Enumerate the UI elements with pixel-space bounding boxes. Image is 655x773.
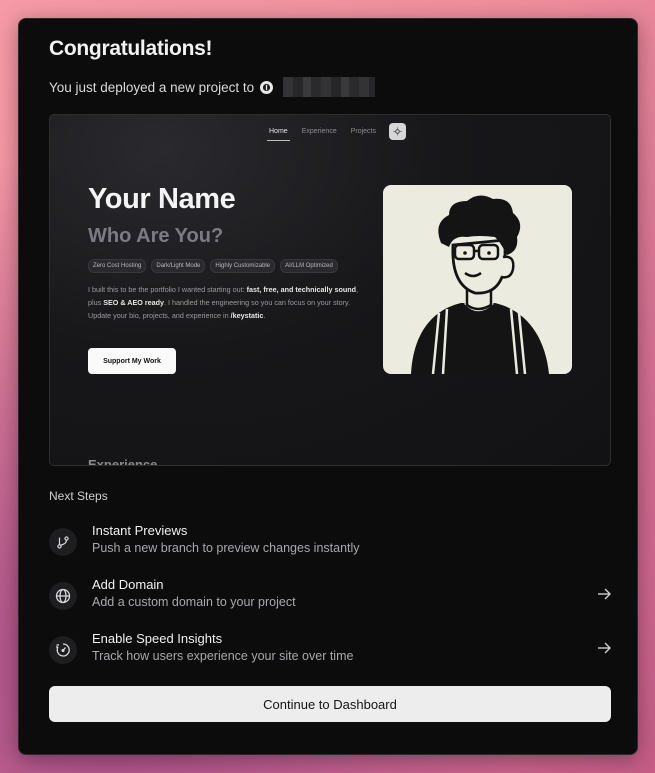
bio-text: I built this to be the portfolio I wante… (88, 285, 247, 294)
speed-gauge-icon (49, 636, 77, 664)
preview-support-button: Support My Work (88, 348, 176, 374)
preview-hero-tagline: Who Are You? (88, 225, 224, 247)
preview-tag: Highly Customizable (210, 259, 276, 273)
deploy-subtitle: You just deployed a new project to (49, 77, 376, 97)
bio-bold: fast, free, and technically sound (246, 285, 357, 294)
subtitle-text: You just deployed a new project to (49, 79, 255, 95)
team-avatar-icon (260, 80, 274, 94)
preview-tag: Zero Cost Hosting (88, 259, 147, 273)
preview-tags: Zero Cost Hosting Dark/Light Mode Highly… (88, 259, 338, 273)
sun-icon (389, 123, 407, 140)
git-branch-icon (49, 528, 77, 556)
preview-nav-projects: Projects (350, 128, 377, 135)
preview-tag: AI/LLM Optimized (280, 259, 338, 273)
step-add-domain[interactable]: Add Domain Add a custom domain to your p… (49, 577, 611, 613)
step-description: Push a new branch to preview changes ins… (92, 541, 360, 555)
next-steps-heading: Next Steps (49, 489, 108, 503)
step-title: Enable Speed Insights (92, 631, 223, 646)
preview-bio: I built this to be the portfolio I wante… (88, 283, 373, 322)
preview-tag: Dark/Light Mode (151, 259, 206, 273)
bio-text: . (263, 311, 266, 320)
deployment-preview[interactable]: Home Experience Projects Your Name Who A… (49, 114, 611, 466)
globe-icon (49, 582, 77, 610)
continue-to-dashboard-button[interactable]: Continue to Dashboard (49, 686, 611, 722)
step-description: Add a custom domain to your project (92, 595, 296, 609)
arrow-right-icon[interactable] (597, 641, 611, 655)
page-title: Congratulations! (49, 37, 213, 60)
bio-bold: SEO & AEO ready (103, 298, 165, 307)
preview-nav-home: Home (264, 124, 293, 141)
preview-nav: Home Experience Projects (264, 123, 407, 141)
avatar-illustration (383, 185, 572, 374)
deployment-success-card: Congratulations! You just deployed a new… (18, 18, 638, 755)
step-speed-insights[interactable]: Enable Speed Insights Track how users ex… (49, 631, 611, 667)
arrow-right-icon[interactable] (597, 587, 611, 601)
step-instant-previews[interactable]: Instant Previews Push a new branch to pr… (49, 523, 611, 559)
redacted-team-name (283, 77, 376, 97)
step-description: Track how users experience your site ove… (92, 649, 354, 663)
preview-nav-experience: Experience (301, 128, 337, 135)
preview-hero-name: Your Name (88, 183, 236, 215)
step-title: Instant Previews (92, 523, 188, 538)
bio-bold: /keystatic (230, 311, 264, 320)
preview-section-heading: Experience (88, 457, 158, 466)
step-title: Add Domain (92, 577, 164, 592)
